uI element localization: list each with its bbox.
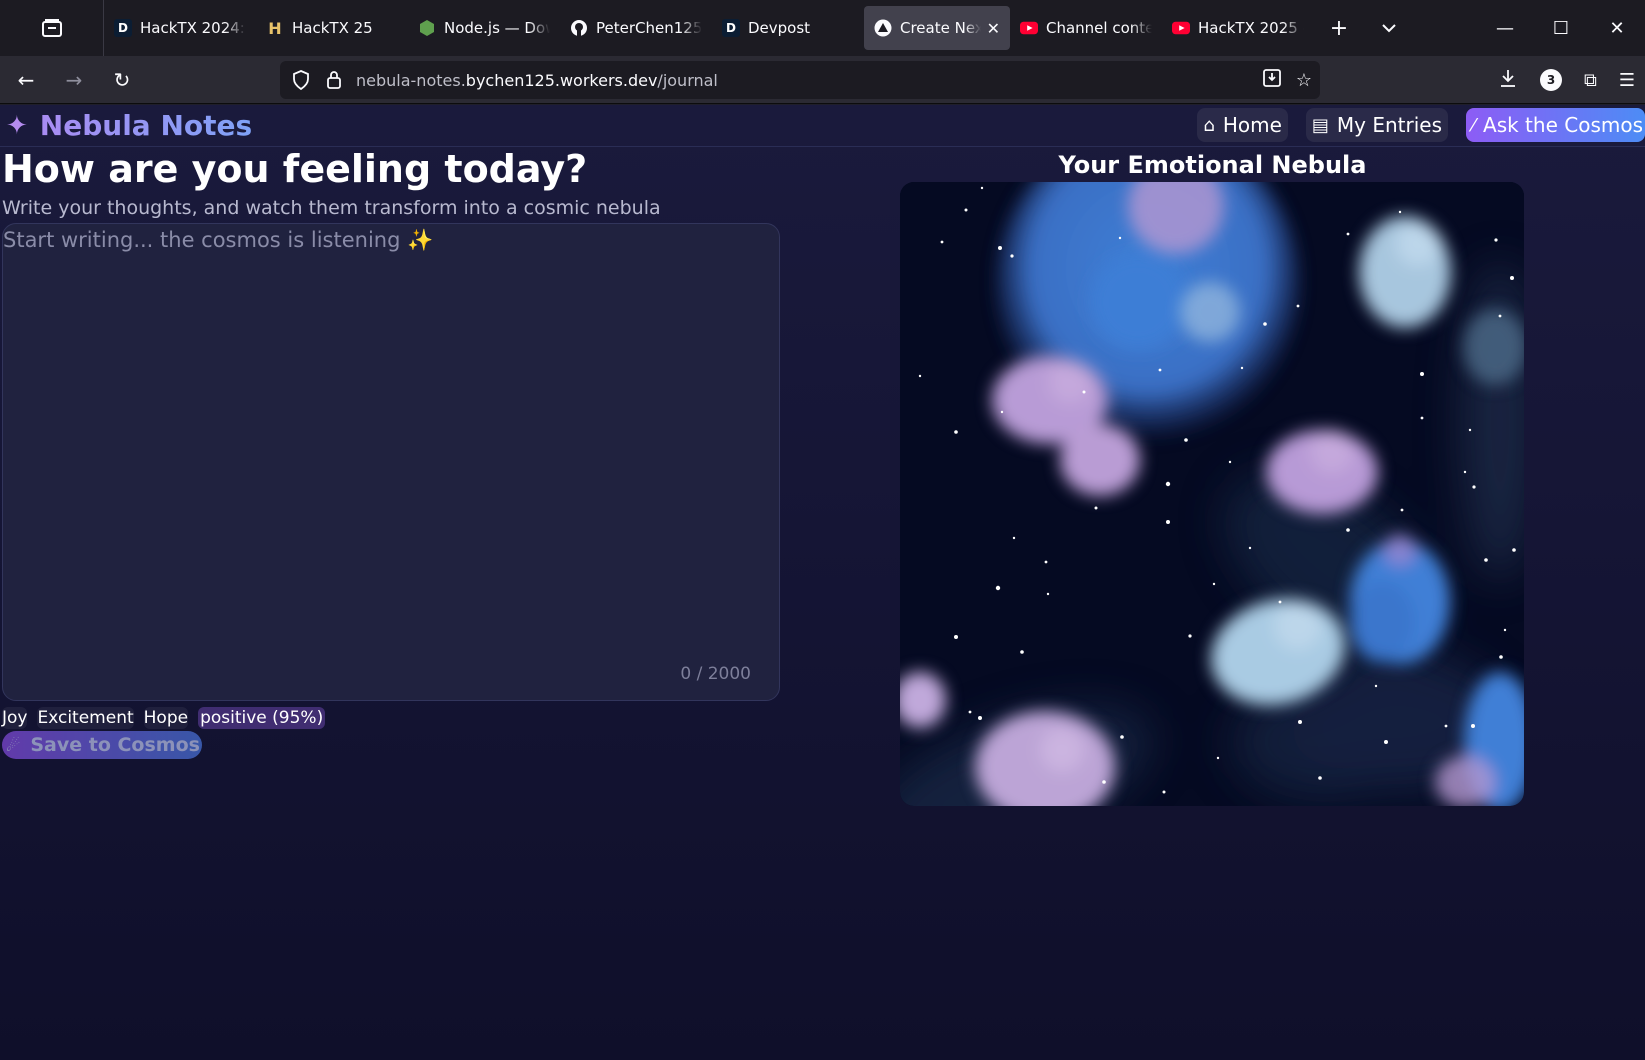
arrow-left-icon: ← [17,67,35,92]
tab-list: D HackTX 2024: T H HackTX 25 Node.js — D… [104,0,1414,56]
back-button[interactable]: ← [4,62,48,98]
devpost-icon: D [722,19,740,37]
url-path: /journal [657,70,718,90]
nebula-visualization [900,182,1524,806]
download-tray-icon [1262,68,1281,87]
tab-title: PeterChen125/ [596,19,702,37]
navigation-toolbar: ← → ↻ nebula-notes.bychen125.workers.dev… [0,56,1645,104]
menu-button[interactable]: ☰ [1619,70,1635,91]
minimize-button[interactable]: — [1477,0,1533,56]
tab-title: Node.js — Dow [444,19,550,37]
tab[interactable]: HackTX 2025 - [1162,6,1314,50]
nav-ask-cosmos-link[interactable]: ⁄ Ask the Cosmos [1466,108,1645,142]
tab[interactable]: PeterChen125/ [560,6,712,50]
nav-home-link[interactable]: ⌂ Home [1197,108,1288,142]
close-icon: ✕ [1609,17,1625,39]
hamburger-menu-icon: ☰ [1618,69,1635,91]
brand-name: Nebula Notes [39,109,253,142]
magic-wand-icon: ⁄ [1472,114,1476,136]
journal-editor: 0 / 2000 [2,223,780,701]
hacktx-icon: H [268,18,282,38]
tab[interactable]: Node.js — Dow [408,6,560,50]
tab-overview-icon [41,19,62,37]
nav-entries-link[interactable]: ▤ My Entries [1305,108,1448,142]
new-tab-button[interactable]: + [1314,6,1364,50]
emotion-tags: Joy Excitement Hope positive (95%) [2,707,326,729]
plus-icon: + [1329,15,1349,41]
journal-textarea[interactable] [3,224,779,700]
tab-title: Create Next [900,19,981,37]
tab-active[interactable]: Create Next ✕ [864,6,1010,50]
save-page-button[interactable] [1262,68,1282,93]
emotion-tag: Excitement [37,707,134,729]
house-icon: ⌂ [1203,114,1215,136]
tab-title: Channel conte [1046,19,1152,37]
maximize-button[interactable]: ☐ [1533,0,1589,56]
tab-strip: D HackTX 2024: T H HackTX 25 Node.js — D… [0,0,1645,56]
extensions-badge[interactable]: 3 [1540,69,1562,91]
close-tab-icon[interactable]: ✕ [987,19,1000,38]
tab-title: HackTX 25 [292,19,373,37]
save-button-label: Save to Cosmos [30,734,200,756]
page-title: How are you feeling today? [2,147,588,191]
nav-ask-label: Ask the Cosmos [1483,113,1643,137]
puzzle-icon: ⧉ [1584,69,1597,91]
brand-logo[interactable]: ✦ Nebula Notes [6,109,252,142]
arrow-right-icon: → [65,67,83,92]
forward-button[interactable]: → [52,62,96,98]
page-content: ✦ Nebula Notes ⌂ Home ▤ My Entries ⁄ Ask… [0,105,1645,1060]
books-icon: ▤ [1311,114,1329,136]
app-nav: ⌂ Home ▤ My Entries ⁄ Ask the Cosmos [1197,108,1645,142]
nav-entries-label: My Entries [1336,113,1442,137]
youtube-icon [1172,19,1190,37]
minimize-icon: — [1496,17,1514,39]
youtube-icon [1020,19,1038,37]
tab[interactable]: H HackTX 25 [256,6,408,50]
bookmark-star-button[interactable]: ☆ [1296,70,1312,91]
list-all-tabs-button[interactable] [1364,6,1414,50]
nebula-canvas [900,182,1524,806]
lock-icon [327,71,341,89]
sentiment-badge: positive (95%) [198,707,326,729]
tab-title: Devpost [748,19,811,37]
tab[interactable]: Channel conte [1010,6,1162,50]
tab-title: HackTX 2024: T [140,19,246,37]
tab-title: HackTX 2025 - [1198,19,1304,37]
nebula-cloud-lilac-middle [1266,430,1378,514]
app-header: ✦ Nebula Notes ⌂ Home ▤ My Entries ⁄ Ask… [0,105,1645,147]
character-counter: 0 / 2000 [680,664,751,684]
tab[interactable]: D HackTX 2024: T [104,6,256,50]
url-bar[interactable]: nebula-notes.bychen125.workers.dev/journ… [280,61,1320,99]
download-icon [1501,69,1515,87]
nextjs-icon [874,19,892,37]
close-window-button[interactable]: ✕ [1589,0,1645,56]
page-subtitle: Write your thoughts, and watch them tran… [2,197,661,219]
devpost-icon: D [114,19,132,37]
chevron-down-icon [1382,24,1396,33]
emotion-tag: Joy [2,707,28,729]
tab-overview-button[interactable] [0,0,104,56]
maximize-icon: ☐ [1552,17,1570,39]
emotion-tag: Hope [143,707,189,729]
sparkles-icon: ✦ [6,110,28,141]
star-icon: ☆ [1295,69,1312,91]
nav-home-label: Home [1222,113,1282,137]
nodejs-icon [418,19,436,37]
reload-icon: ↻ [113,67,131,92]
url-host: bychen125.workers.dev [465,70,658,90]
url-text[interactable]: nebula-notes.bychen125.workers.dev/journ… [356,71,718,90]
shield-icon [293,70,309,90]
tab[interactable]: D Devpost [712,6,864,50]
nebula-title: Your Emotional Nebula [1058,151,1367,179]
window-controls: — ☐ ✕ [1477,0,1645,56]
downloads-button[interactable] [1498,68,1518,93]
reload-button[interactable]: ↻ [100,62,144,98]
url-host-prefix: nebula-notes. [356,70,466,90]
save-to-cosmos-button[interactable]: ☄ Save to Cosmos [2,731,202,759]
extensions-button[interactable]: ⧉ [1584,70,1597,91]
comet-icon: ☄ [6,735,21,755]
github-icon [570,19,588,37]
